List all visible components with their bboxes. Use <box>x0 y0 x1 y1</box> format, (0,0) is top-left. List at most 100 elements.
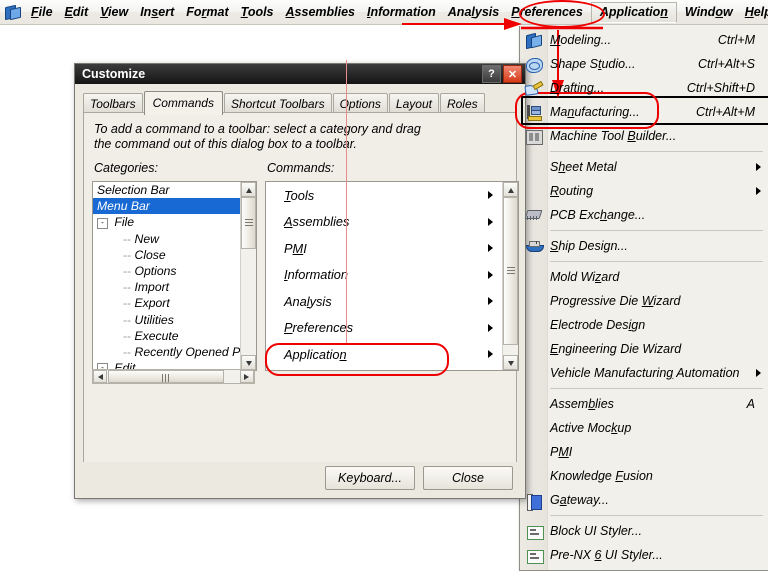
ship-design-icon <box>524 237 544 255</box>
app-menu-item-electrode-design[interactable]: Electrode Design <box>520 313 768 337</box>
instruction-line-1: To add a command to a toolbar: select a … <box>94 122 421 136</box>
tab-shortcut-toolbars[interactable]: Shortcut Toolbars <box>223 93 332 114</box>
dialog-title: Customize <box>82 67 146 81</box>
command-row-assemblies[interactable]: Assemblies <box>266 209 503 236</box>
keyboard-button[interactable]: Keyboard... <box>325 466 415 490</box>
command-label: Analysis <box>284 293 332 309</box>
app-menu-item-active-mockup[interactable]: Active Mockup <box>520 416 768 440</box>
menubar-item-view[interactable]: View <box>94 3 134 22</box>
submenu-arrow-icon <box>488 244 493 252</box>
categories-vertical-scrollbar[interactable] <box>240 182 256 370</box>
category-row[interactable]: - File <box>93 214 241 230</box>
tab-options[interactable]: Options <box>332 93 388 114</box>
scroll-left-arrow-icon[interactable] <box>93 370 107 383</box>
app-menu-item-gateway[interactable]: Gateway... <box>520 488 768 512</box>
tree-branch-line: -- <box>123 344 135 359</box>
app-menu-item-shape-studio[interactable]: Shape Studio... Ctrl+Alt+S <box>520 52 768 76</box>
application-dropdown-menu[interactable]: Modeling... Ctrl+M Shape Studio... Ctrl+Alt… <box>519 26 768 571</box>
menubar-item-tools[interactable]: Tools <box>235 3 280 22</box>
app-menu-item-progressive-die-wizard[interactable]: Progressive Die Wizard <box>520 289 768 313</box>
command-row-application[interactable]: Application <box>266 341 503 368</box>
commands-list[interactable]: Tools Assemblies PMI Information Analysis Pre… <box>265 181 519 371</box>
app-menu-item-pcb-exchange[interactable]: PCB Exchange... <box>520 203 768 227</box>
help-button[interactable]: ? <box>482 65 501 83</box>
command-row-analysis[interactable]: Analysis <box>266 288 503 315</box>
command-row-preferences[interactable]: Preferences <box>266 315 503 342</box>
category-label: Menu Bar <box>97 199 150 214</box>
scrollbar-thumb[interactable] <box>503 197 518 345</box>
categories-list[interactable]: Selection Bar Menu Bar - File -- New -- Clos… <box>92 181 257 371</box>
category-row[interactable]: -- Execute <box>93 328 241 344</box>
app-menu-item-label: Manufacturing... <box>550 105 640 119</box>
scrollbar-thumb-horizontal[interactable] <box>108 370 224 383</box>
machine-tool-builder-icon <box>524 127 543 145</box>
category-row[interactable]: Menu Bar <box>93 198 241 215</box>
app-menu-item-modeling[interactable]: Modeling... Ctrl+M <box>520 28 768 52</box>
app-menu-item-knowledge-fusion[interactable]: Knowledge Fusion <box>520 464 768 488</box>
scroll-down-arrow-icon[interactable] <box>241 355 256 370</box>
category-row[interactable]: -- Import <box>93 279 241 295</box>
menubar-item-application[interactable]: Application <box>590 1 677 23</box>
scrollbar-thumb[interactable] <box>241 197 256 249</box>
category-row[interactable]: Selection Bar <box>93 182 241 198</box>
category-row[interactable]: -- Export <box>93 295 241 311</box>
close-button[interactable]: Close <box>423 466 513 490</box>
menubar-item-analysis[interactable]: Analysis <box>442 3 505 22</box>
menubar-item-information[interactable]: Information <box>361 3 442 22</box>
app-menu-item-pmi[interactable]: PMI <box>520 440 768 464</box>
commands-vertical-scrollbar[interactable] <box>502 182 518 370</box>
menubar-item-preferences[interactable]: Preferences <box>505 3 589 22</box>
menubar-item-insert[interactable]: Insert <box>134 3 180 22</box>
category-row[interactable]: -- New <box>93 231 241 247</box>
command-row-information[interactable]: Information <box>266 262 503 289</box>
dialog-button-row[interactable]: Keyboard... Close <box>317 466 513 490</box>
command-row-pmi[interactable]: PMI <box>266 235 503 262</box>
app-menu-item-label: Vehicle Manufacturing Automation <box>550 366 740 380</box>
app-menu-item-sheet-metal[interactable]: Sheet Metal <box>520 155 768 179</box>
command-row-tools[interactable]: Tools <box>266 182 503 209</box>
app-menu-item-drafting[interactable]: Drafting... Ctrl+Shift+D <box>520 76 768 100</box>
menubar-item-assemblies[interactable]: Assemblies <box>280 3 362 22</box>
app-menu-item-block-ui-styler[interactable]: Block UI Styler... <box>520 519 768 543</box>
app-menu-item-mold-wizard[interactable]: Mold Wizard <box>520 265 768 289</box>
tree-branch-line: -- <box>123 263 135 278</box>
menubar-item-format[interactable]: Format <box>180 3 234 22</box>
app-menu-item-label: Pre-NX 6 UI Styler... <box>550 548 663 562</box>
app-menu-item-pre-nx-6-ui-styler[interactable]: Pre-NX 6 UI Styler... <box>520 543 768 567</box>
scroll-up-arrow-icon[interactable] <box>241 182 256 197</box>
app-menu-item-assemblies[interactable]: Assemblies A <box>520 392 768 416</box>
modeling-icon <box>524 31 543 50</box>
app-menu-item-routing[interactable]: Routing <box>520 179 768 203</box>
category-row[interactable]: -- Close <box>93 247 241 263</box>
app-menu-item-accelerator: Ctrl+Alt+M <box>695 105 755 119</box>
customize-dialog[interactable]: Customize ? ✕ Toolbars Commands Shortcut T… <box>74 63 526 499</box>
category-row[interactable]: -- Options <box>93 263 241 279</box>
category-label: New <box>134 231 159 246</box>
tree-collapse-toggle[interactable]: - <box>97 217 108 229</box>
menubar-item-window[interactable]: Window <box>679 3 739 22</box>
tab-toolbars[interactable]: Toolbars <box>83 93 143 114</box>
app-menu-item-label: Routing <box>550 184 594 198</box>
scroll-down-arrow-icon[interactable] <box>503 355 518 370</box>
scroll-right-arrow-icon[interactable] <box>240 370 254 383</box>
category-row[interactable]: -- Utilities <box>93 312 241 328</box>
categories-horizontal-scrollbar[interactable] <box>92 369 255 384</box>
command-label: Preferences <box>284 320 354 336</box>
tab-commands[interactable]: Commands <box>143 91 223 115</box>
tab-roles[interactable]: Roles <box>439 93 485 114</box>
app-menu-item-ship-design[interactable]: Ship Design... <box>520 234 768 258</box>
menubar-item-edit[interactable]: Edit <box>59 3 95 22</box>
app-menu-item-engineering-die-wizard[interactable]: Engineering Die Wizard <box>520 337 768 361</box>
instruction-text: To add a command to a toolbar: select a … <box>94 122 506 152</box>
menubar-item-help[interactable]: Help <box>739 3 768 22</box>
command-row-ansys-12-1[interactable]: ANSYS 12.1 <box>266 368 503 371</box>
app-menu-item-manufacturing[interactable]: Manufacturing... Ctrl+Alt+M <box>520 100 768 124</box>
app-menu-item-machine-tool-builder[interactable]: Machine Tool Builder... <box>520 124 768 148</box>
menubar-item-file[interactable]: File <box>25 3 59 22</box>
dialog-footer: Keyboard... Close <box>75 462 525 498</box>
tab-layout[interactable]: Layout <box>388 93 439 114</box>
tab-strip[interactable]: Toolbars Commands Shortcut Toolbars Options… <box>83 90 486 115</box>
category-row[interactable]: -- Recently Opened Pa <box>93 344 247 360</box>
app-menu-item-vehicle-manufacturing-automation[interactable]: Vehicle Manufacturing Automation <box>520 361 768 385</box>
scroll-up-arrow-icon[interactable] <box>503 182 518 197</box>
